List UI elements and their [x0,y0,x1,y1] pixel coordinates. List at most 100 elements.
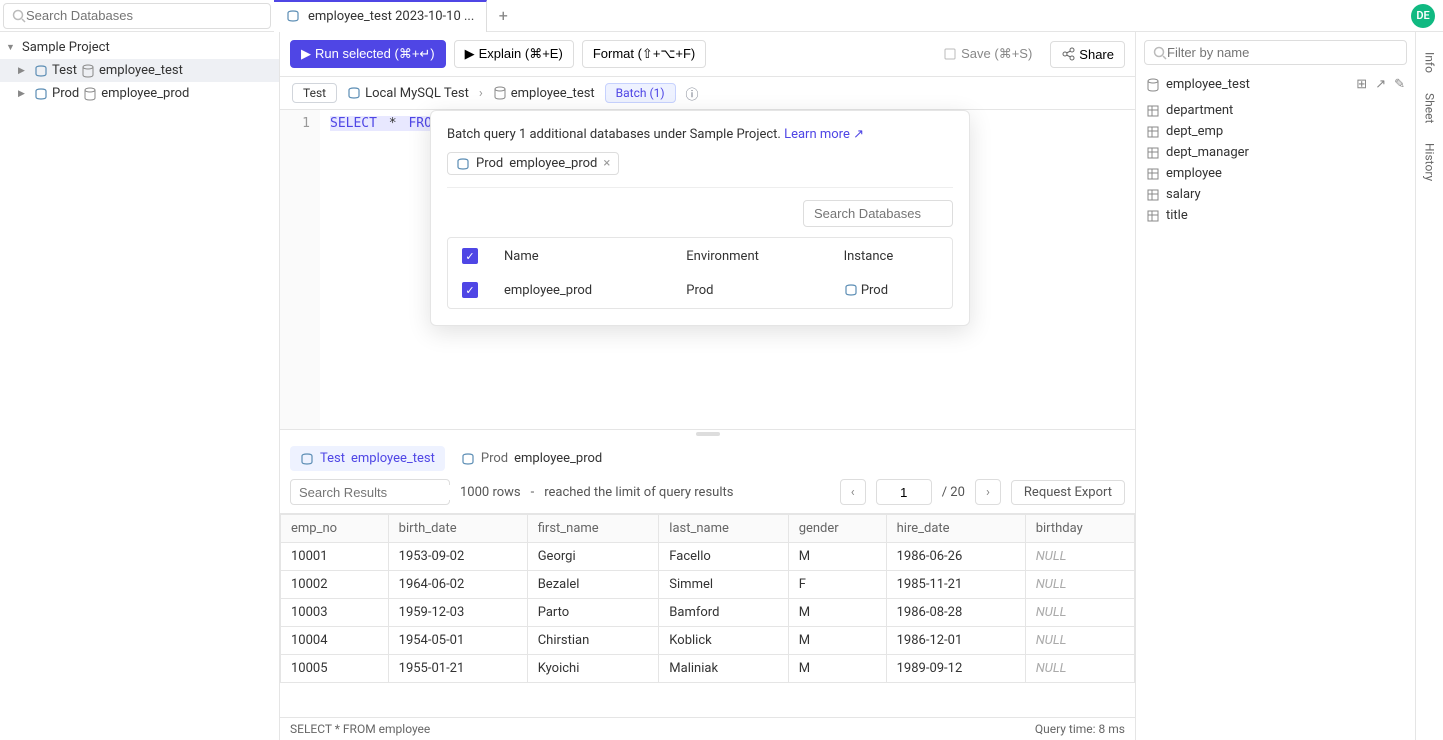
database-selector[interactable]: employee_test [493,86,595,101]
search-results[interactable] [290,479,450,505]
table-cell: 1955-01-21 [388,655,527,683]
close-icon[interactable]: × [603,156,610,171]
editor-tab[interactable]: employee_test 2023-10-10 ... [274,0,487,32]
chip-db: employee_prod [509,156,597,171]
explain-button[interactable]: ▶ Explain (⌘+E) [454,40,574,68]
filter-tables[interactable] [1144,40,1407,65]
schema-table-item[interactable]: dept_emp [1144,121,1407,142]
new-tab-button[interactable]: + [487,0,519,32]
share-icon [1061,47,1075,61]
table-row[interactable]: 100051955-01-21KyoichiMaliniakM1989-09-1… [281,655,1135,683]
schema-diagram-icon[interactable]: ⊞ [1356,77,1367,92]
column-header[interactable]: first_name [527,515,659,543]
page-input[interactable] [876,479,932,505]
table-cell: Facello [659,543,788,571]
row-count: 1000 rows [460,485,521,500]
table-icon [1146,146,1160,160]
table-cell: NULL [1025,599,1134,627]
info-icon[interactable]: ⓘ [686,84,699,103]
external-link-icon[interactable]: ↗ [1375,77,1386,92]
run-selected-button[interactable]: ▶ Run selected (⌘+↵) [290,40,446,68]
selected-database-chip[interactable]: Prod employee_prod × [447,152,619,175]
run-label: Run selected (⌘+↵) [315,46,435,62]
env-tag[interactable]: Test [292,83,337,103]
table-name: title [1166,208,1188,223]
project-node[interactable]: ▼ Sample Project [0,36,279,59]
schema-table-item[interactable]: title [1144,205,1407,226]
edit-icon[interactable]: ✎ [1394,77,1405,92]
table-row[interactable]: 100011953-09-02GeorgiFacelloM1986-06-26N… [281,543,1135,571]
col-name: Name [492,240,672,272]
side-tab-history[interactable]: History [1423,143,1437,181]
popup-search-input[interactable] [803,200,953,227]
result-tab-test[interactable]: Test employee_test [290,446,445,471]
select-all-checkbox[interactable]: ✓ [462,248,478,264]
prev-page-button[interactable]: ‹ [840,479,866,505]
table-cell: Maliniak [659,655,788,683]
batch-query-popup: Batch query 1 additional databases under… [430,110,970,326]
context-db-label: employee_test [511,86,595,101]
column-header[interactable]: last_name [659,515,788,543]
star: * [389,116,397,131]
instance-selector[interactable]: Local MySQL Test [347,86,469,101]
database-icon [81,64,95,78]
column-header[interactable]: birthday [1025,515,1134,543]
result-grid[interactable]: emp_nobirth_datefirst_namelast_namegende… [280,513,1135,717]
schema-table-item[interactable]: department [1144,100,1407,121]
column-header[interactable]: hire_date [886,515,1025,543]
table-cell: 1985-11-21 [886,571,1025,599]
tree-item-prod[interactable]: ▶ Prod employee_prod [0,82,279,105]
env-label: Prod [52,86,79,101]
schema-table-item[interactable]: dept_manager [1144,142,1407,163]
mysql-icon [34,87,48,101]
search-results-input[interactable] [299,485,475,500]
side-tab-sheet[interactable]: Sheet [1423,93,1437,123]
explain-label: Explain (⌘+E) [479,46,563,62]
learn-more-link[interactable]: Learn more ↗ [784,127,864,142]
search-databases[interactable] [3,3,271,29]
row-checkbox[interactable]: ✓ [462,282,478,298]
share-button[interactable]: Share [1050,41,1125,68]
schema-table-item[interactable]: employee [1144,163,1407,184]
format-button[interactable]: Format (⇧+⌥+F) [582,40,706,68]
mysql-icon [461,452,475,466]
table-cell: M [788,543,886,571]
table-cell: 10002 [281,571,389,599]
tree-item-test[interactable]: ▶ Test employee_test [0,59,279,82]
mysql-icon [286,9,302,25]
table-row[interactable]: 100021964-06-02BezalelSimmelF1985-11-21N… [281,571,1135,599]
status-time: Query time: 8 ms [1035,722,1125,736]
side-tab-info[interactable]: Info [1423,52,1437,73]
column-header[interactable]: birth_date [388,515,527,543]
table-row[interactable]: 100031959-12-03PartoBamfordM1986-08-28NU… [281,599,1135,627]
filter-tables-input[interactable] [1167,45,1398,60]
dash: - [531,485,535,500]
next-page-button[interactable]: › [975,479,1001,505]
table-cell: 10003 [281,599,389,627]
column-header[interactable]: emp_no [281,515,389,543]
table-name: department [1166,103,1233,118]
table-icon [1146,188,1160,202]
table-cell: Chirstian [527,627,659,655]
table-cell: 1986-08-28 [886,599,1025,627]
mysql-icon [347,86,361,100]
resize-handle[interactable] [696,432,720,436]
editor-tab-title: employee_test 2023-10-10 ... [308,9,474,24]
schema-table-item[interactable]: salary [1144,184,1407,205]
row-name: employee_prod [492,274,672,306]
mysql-icon [844,283,858,297]
table-cell: Bamford [659,599,788,627]
result-tab-prod[interactable]: Prod employee_prod [451,446,612,471]
caret-right-icon: ▶ [18,89,30,99]
col-env: Environment [674,240,829,272]
search-databases-input[interactable] [26,8,262,23]
batch-tag[interactable]: Batch (1) [605,83,676,103]
table-row[interactable]: 100041954-05-01ChirstianKoblickM1986-12-… [281,627,1135,655]
mysql-icon [300,452,314,466]
database-row[interactable]: ✓ employee_prod Prod Prod [450,274,950,306]
column-header[interactable]: gender [788,515,886,543]
request-export-button[interactable]: Request Export [1011,480,1125,505]
user-avatar[interactable]: DE [1411,4,1435,28]
table-cell: NULL [1025,627,1134,655]
save-button[interactable]: Save (⌘+S) [933,41,1042,67]
